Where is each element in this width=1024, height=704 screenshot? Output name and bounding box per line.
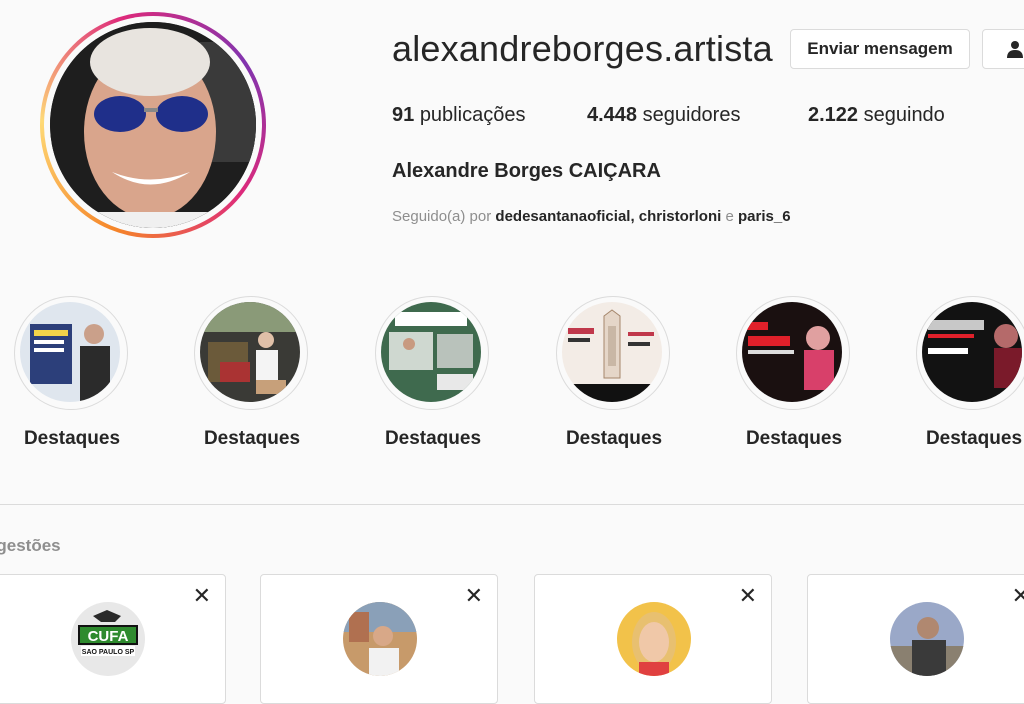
suggestion-avatar[interactable]: CUFA SAO PAULO SP — [71, 602, 145, 676]
posts-count: 91 — [392, 104, 415, 126]
followed-by-user-3[interactable]: paris_6 — [738, 208, 791, 225]
suggestion-avatar-photo — [890, 602, 964, 676]
highlight-label: Destaques — [384, 428, 482, 449]
profile-avatar[interactable] — [50, 22, 256, 228]
suggestion-avatar[interactable] — [890, 602, 964, 676]
follow-options-button[interactable] — [982, 29, 1024, 69]
followers-label: seguidores — [642, 104, 741, 126]
highlight-label: Destaques — [23, 428, 121, 449]
suggestions-title: ugestões — [0, 536, 61, 555]
suggestion-avatar-photo — [343, 602, 417, 676]
suggestion-avatar-logo: CUFA SAO PAULO SP — [71, 602, 145, 676]
highlight-label: Destaques — [925, 428, 1023, 449]
following-count: 2.122 — [808, 104, 859, 126]
following-stat[interactable]: 2.122 seguindo — [808, 104, 945, 127]
profile-photo — [50, 22, 256, 228]
followed-by-user-1[interactable]: dedesantanaoficial — [495, 208, 630, 225]
suggestion-avatar-subtext: SAO PAULO SP — [82, 649, 135, 656]
followers-stat[interactable]: 4.448 seguidores — [587, 104, 740, 127]
followed-by-and: e — [721, 208, 738, 225]
highlight-label: Destaques — [745, 428, 843, 449]
highlight-cover — [200, 302, 300, 402]
suggestion-avatar-text: CUFA — [88, 628, 129, 645]
person-icon — [1007, 41, 1023, 58]
profile-full-name: Alexandre Borges CAIÇARA — [392, 160, 661, 182]
close-icon[interactable]: ✕ — [193, 585, 211, 607]
suggestion-avatar-photo — [617, 602, 691, 676]
highlight-cover — [20, 302, 120, 402]
close-icon[interactable]: ✕ — [1012, 585, 1024, 607]
followed-by-line[interactable]: Seguido(a) por dedesantanaoficial, chris… — [392, 208, 791, 225]
highlight-cover — [562, 302, 662, 402]
suggestion-avatar[interactable] — [617, 602, 691, 676]
followers-count: 4.448 — [587, 104, 638, 126]
followed-by-prefix: Seguido(a) por — [392, 208, 492, 225]
close-icon[interactable]: ✕ — [739, 585, 757, 607]
highlight-cover — [742, 302, 842, 402]
close-icon[interactable]: ✕ — [465, 585, 483, 607]
followed-by-separator: , — [630, 208, 639, 225]
highlight-label: Destaques — [565, 428, 663, 449]
highlight-cover — [381, 302, 481, 402]
suggestion-card[interactable]: ✕ — [534, 574, 772, 704]
suggestion-card[interactable]: ✕ — [260, 574, 498, 704]
suggestion-avatar[interactable] — [343, 602, 417, 676]
suggestion-card[interactable]: ✕ — [807, 574, 1024, 704]
highlight-label: Destaques — [203, 428, 301, 449]
highlight-cover — [922, 302, 1022, 402]
send-message-button[interactable]: Enviar mensagem — [790, 29, 970, 69]
profile-username: alexandreborges.artista — [392, 28, 773, 69]
following-label: seguindo — [863, 104, 945, 126]
profile-avatar-story-ring[interactable] — [40, 12, 266, 238]
suggestion-card[interactable]: ✕ CUFA SAO PAULO SP — [0, 574, 226, 704]
posts-label: publicações — [419, 104, 526, 126]
posts-stat: 91 publicações — [392, 104, 525, 127]
followed-by-user-2[interactable]: christorloni — [639, 208, 722, 225]
section-divider — [0, 504, 1024, 505]
